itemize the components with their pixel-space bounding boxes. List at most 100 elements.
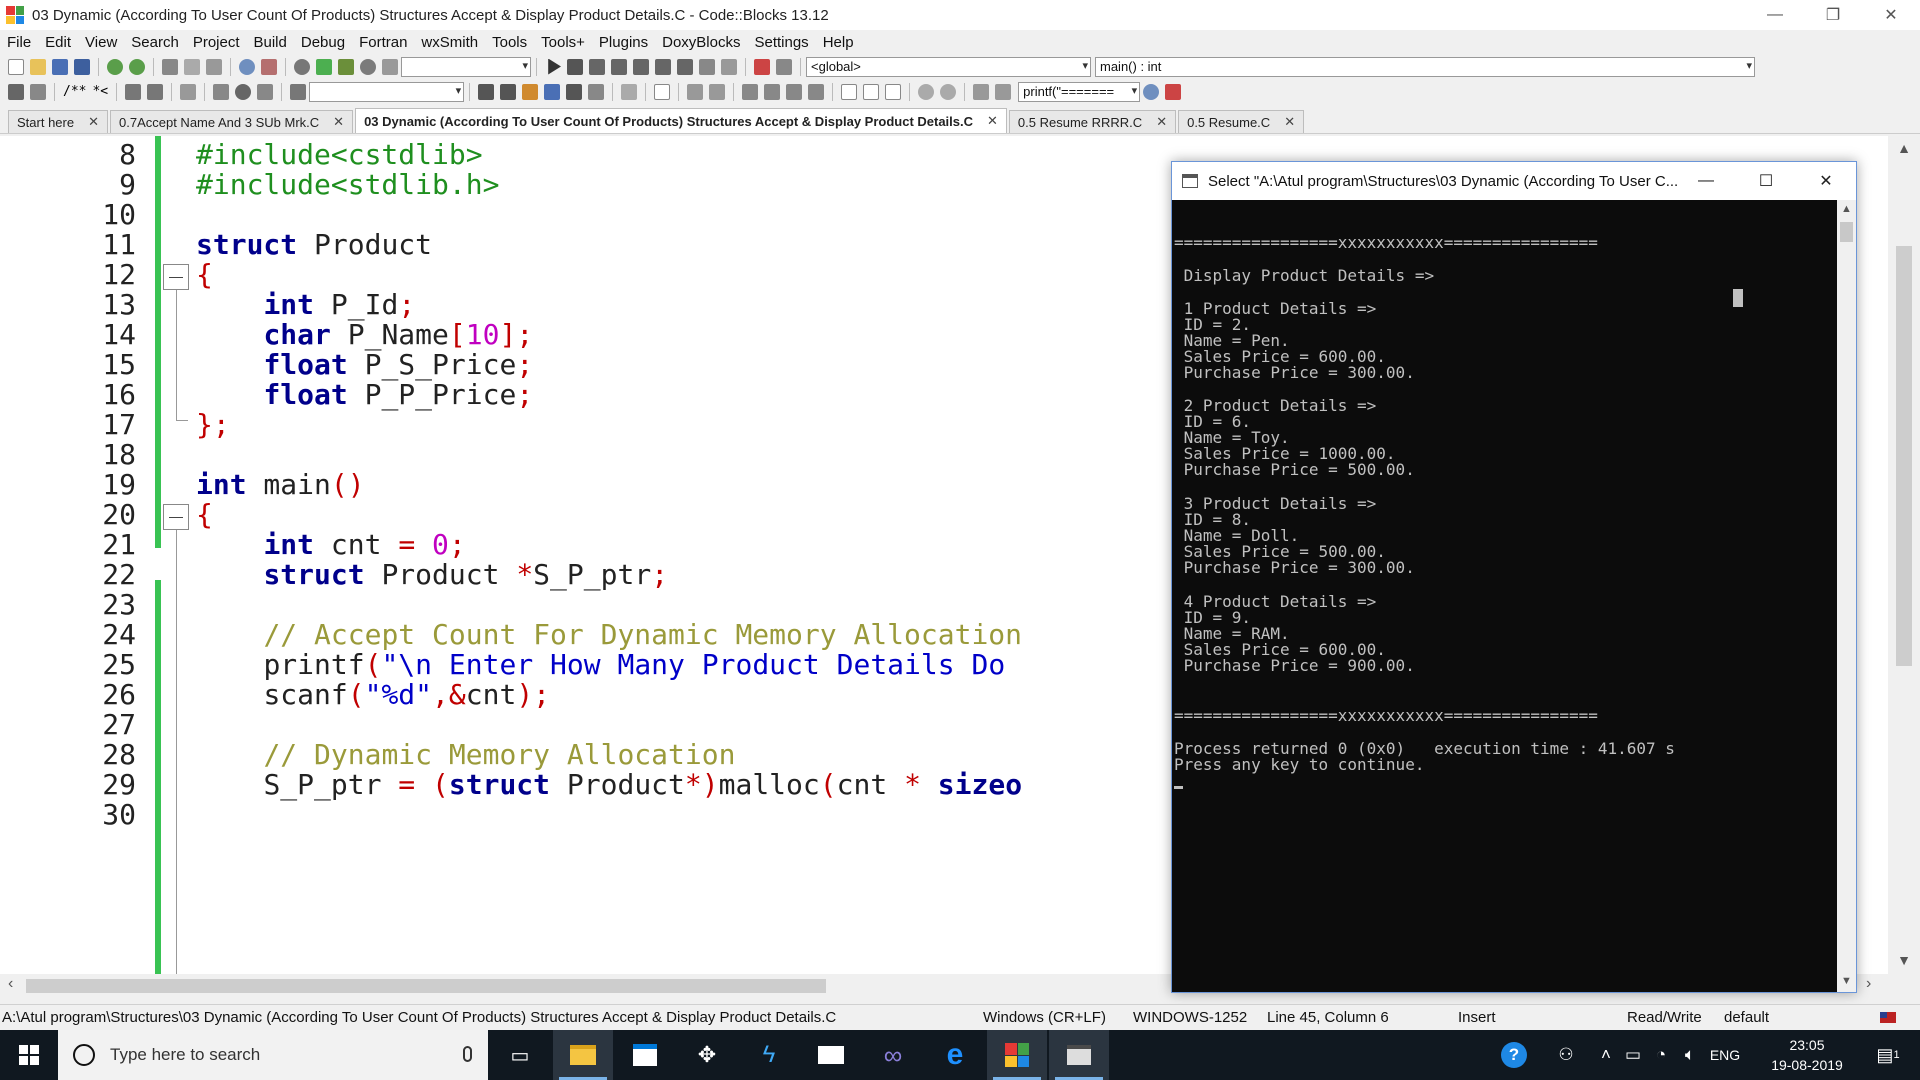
toolbar-icon[interactable]: [764, 83, 781, 100]
console-window[interactable]: Select "A:\Atul program\Structures\03 Dy…: [1171, 161, 1857, 993]
tab-close-icon[interactable]: ✕: [987, 113, 998, 129]
scroll-up-icon[interactable]: ▲: [1837, 203, 1856, 215]
toolbar-icon[interactable]: [841, 83, 858, 100]
find-icon[interactable]: [239, 58, 255, 75]
build-gear-icon[interactable]: [294, 58, 310, 75]
zoom-out-icon[interactable]: [940, 83, 957, 100]
scrollbar-thumb[interactable]: [1840, 222, 1853, 242]
search-combo[interactable]: printf("======= ▾: [1018, 81, 1141, 102]
toolbar-icon[interactable]: [8, 83, 24, 100]
tab-close-icon[interactable]: ✕: [1284, 114, 1295, 130]
toolbar-icon[interactable]: [588, 83, 605, 100]
console-title-bar[interactable]: Select "A:\Atul program\Structures\03 Dy…: [1172, 162, 1856, 200]
people-icon[interactable]: ⚇: [1550, 1030, 1582, 1080]
menu-edit[interactable]: Edit: [38, 34, 78, 51]
infinity-app-icon[interactable]: ∞: [863, 1030, 923, 1080]
store-icon[interactable]: [615, 1030, 675, 1080]
toolbar-icon[interactable]: [995, 83, 1012, 100]
toolbar-icon[interactable]: [885, 83, 902, 100]
volume-icon[interactable]: 🔈︎: [1676, 1030, 1704, 1080]
window-title-bar[interactable]: 03 Dynamic (According To User Count Of P…: [0, 0, 1920, 30]
menu-search[interactable]: Search: [124, 34, 186, 51]
close-button[interactable]: ✕: [1862, 0, 1920, 30]
bookmark-icon[interactable]: [235, 83, 252, 100]
scroll-down-icon[interactable]: ▼: [1888, 952, 1920, 968]
doxy-inline-comment-button[interactable]: *<: [92, 84, 108, 99]
tab-accept-name[interactable]: 0.7Accept Name And 3 SUb Mrk.C ✕: [110, 110, 354, 133]
menu-debug[interactable]: Debug: [294, 34, 352, 51]
cut-icon[interactable]: [162, 58, 178, 75]
menu-view[interactable]: View: [78, 34, 124, 51]
restore-button[interactable]: ❐: [1804, 0, 1862, 30]
fold-toggle-icon[interactable]: [163, 504, 189, 530]
scroll-left-icon[interactable]: ‹: [8, 975, 13, 993]
abort-icon[interactable]: [382, 58, 398, 75]
toolbar-icon[interactable]: [808, 83, 825, 100]
undo-icon[interactable]: [107, 58, 123, 75]
task-view-icon[interactable]: ▭: [490, 1030, 550, 1080]
scrollbar-thumb[interactable]: [1896, 246, 1912, 666]
select-cursor-icon[interactable]: [621, 83, 638, 100]
menu-wxsmith[interactable]: wxSmith: [414, 34, 485, 51]
doxy-comment-button[interactable]: /**: [63, 84, 86, 99]
action-center-icon[interactable]: ▤ 1: [1868, 1030, 1908, 1080]
menu-project[interactable]: Project: [186, 34, 247, 51]
console-taskbar-icon[interactable]: [1049, 1030, 1109, 1080]
menu-settings[interactable]: Settings: [747, 34, 815, 51]
tab-dynamic-structures[interactable]: 03 Dynamic (According To User Count Of P…: [355, 108, 1007, 133]
mail-icon[interactable]: [801, 1030, 861, 1080]
forward-arrow-icon[interactable]: [257, 83, 274, 100]
run-to-cursor-icon[interactable]: [567, 58, 583, 75]
console-close-button[interactable]: ✕: [1796, 162, 1856, 200]
new-file-icon[interactable]: [8, 58, 24, 75]
dropbox-icon[interactable]: ✥: [677, 1030, 737, 1080]
toolbar-icon[interactable]: [566, 83, 583, 100]
console-minimize-button[interactable]: —: [1676, 162, 1736, 200]
scroll-up-icon[interactable]: ▲: [1888, 140, 1920, 156]
menu-fortran[interactable]: Fortran: [352, 34, 414, 51]
tab-start-here[interactable]: Start here ✕: [8, 110, 108, 133]
debug-start-icon[interactable]: [548, 58, 561, 75]
wifi-icon[interactable]: ◔: [1648, 1030, 1674, 1080]
scroll-right-icon[interactable]: ›: [1866, 975, 1871, 993]
show-hidden-icons-icon[interactable]: ˄: [1594, 1030, 1618, 1080]
debug-info-icon[interactable]: [776, 58, 792, 75]
toolbar-icon[interactable]: [654, 83, 671, 100]
next-line-icon[interactable]: [589, 58, 605, 75]
tab-close-icon[interactable]: ✕: [88, 114, 99, 130]
paste-icon[interactable]: [206, 58, 222, 75]
help-icon[interactable]: ?: [1496, 1030, 1532, 1080]
microphone-icon[interactable]: [463, 1046, 472, 1062]
toolbar-icon[interactable]: [742, 83, 759, 100]
search-glass-icon[interactable]: [1143, 83, 1160, 100]
wrench-icon[interactable]: [180, 83, 197, 100]
edge-browser-icon[interactable]: e: [925, 1030, 985, 1080]
fold-toggle-icon[interactable]: [163, 264, 189, 290]
zoom-in-icon[interactable]: [918, 83, 935, 100]
next-icon[interactable]: [500, 83, 517, 100]
menu-build[interactable]: Build: [247, 34, 294, 51]
editor-vertical-scrollbar[interactable]: ▲ ▼: [1888, 136, 1920, 974]
function-combo[interactable]: main() : int ▾: [1095, 56, 1755, 77]
taskbar-clock[interactable]: 23:05 19-08-2019: [1762, 1035, 1852, 1075]
battery-icon[interactable]: ▭: [1620, 1030, 1646, 1080]
rebuild-icon[interactable]: [360, 58, 376, 75]
copy-icon[interactable]: [184, 58, 200, 75]
save-all-icon[interactable]: [74, 58, 90, 75]
build-target-combo[interactable]: ▾: [401, 56, 531, 77]
menu-file[interactable]: File: [0, 34, 38, 51]
toolbar-icon[interactable]: [786, 83, 803, 100]
toolbar-icon[interactable]: [973, 83, 990, 100]
file-explorer-icon[interactable]: [553, 1030, 613, 1080]
next-instruction-icon[interactable]: [611, 58, 627, 75]
menu-plugins[interactable]: Plugins: [592, 34, 655, 51]
toolbar-icon[interactable]: [863, 83, 880, 100]
debug-windows-icon[interactable]: [754, 58, 770, 75]
replace-icon[interactable]: [261, 58, 277, 75]
tab-resume-rrrr[interactable]: 0.5 Resume RRRR.C ✕: [1008, 110, 1177, 133]
build-run-icon[interactable]: [338, 58, 354, 75]
tab-close-icon[interactable]: ✕: [1156, 114, 1167, 130]
step-into-icon[interactable]: [633, 58, 649, 75]
language-indicator[interactable]: ENG: [1706, 1030, 1744, 1080]
toolbar-combo[interactable]: ▾: [309, 81, 465, 102]
